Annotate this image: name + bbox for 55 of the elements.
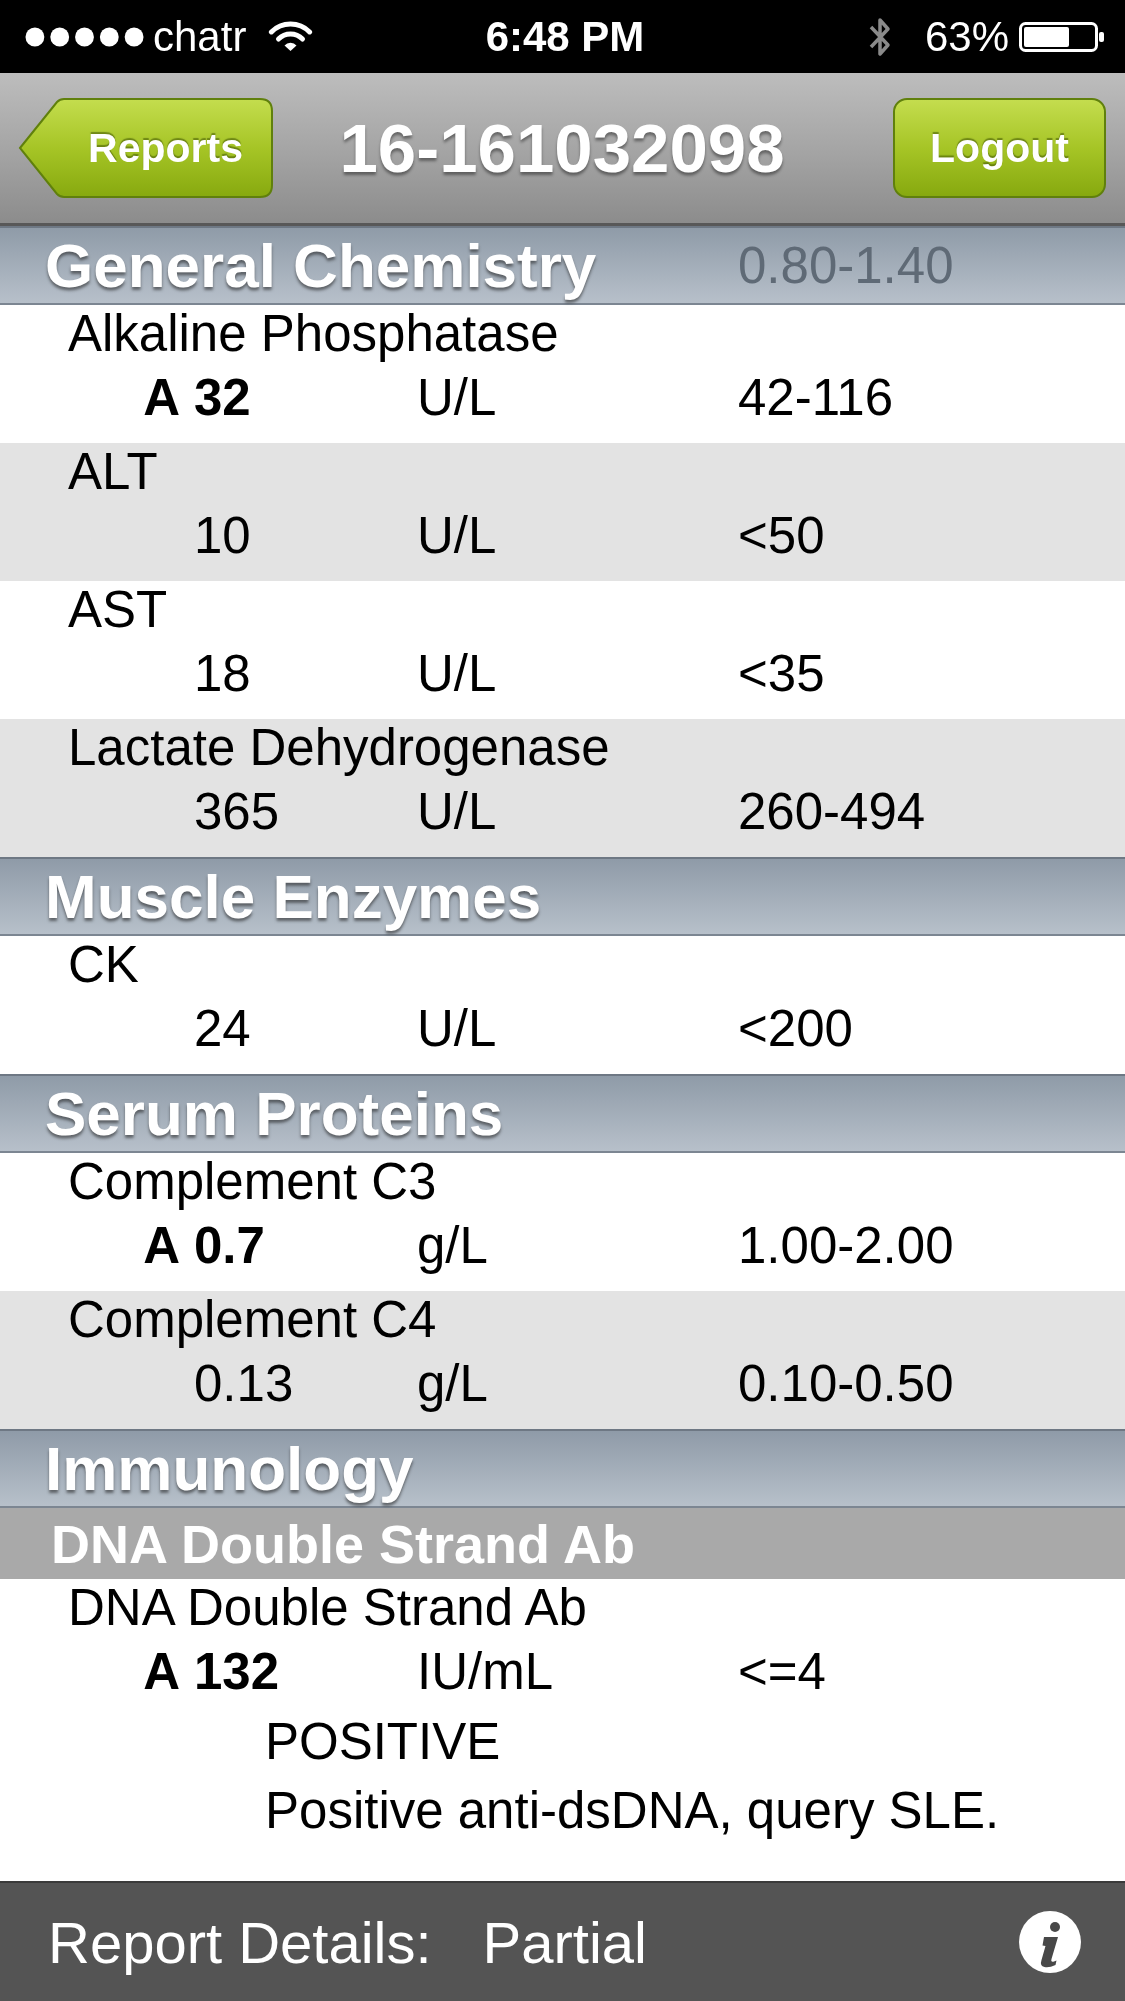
unit-text: g/L — [417, 1355, 488, 1412]
reference-range: <=4 — [738, 1643, 826, 1700]
reference-range: <50 — [738, 507, 825, 564]
reference-range: 260-494 — [738, 783, 926, 840]
subsection-title: DNA Double Strand Ab — [51, 1512, 635, 1575]
test-name: AST — [68, 581, 168, 638]
unit-text: U/L — [417, 1000, 497, 1057]
reference-range: 1.00-2.00 — [738, 1217, 954, 1274]
comment-text: POSITIVE — [265, 1713, 501, 1770]
reference-range: <200 — [738, 1000, 853, 1057]
test-name: CK — [68, 936, 139, 993]
flag-text: A — [143, 369, 180, 426]
section-title: Muscle Enzymes — [45, 861, 543, 932]
details-status: Partial — [482, 1908, 647, 1976]
result-value: 32 — [194, 369, 251, 426]
info-icon[interactable] — [1018, 1910, 1082, 1974]
result-value: 0.13 — [194, 1355, 294, 1412]
test-name: DNA Double Strand Ab — [68, 1579, 587, 1636]
reference-range: 0.80-1.40 — [738, 236, 955, 295]
test-name: Alkaline Phosphatase — [68, 305, 559, 362]
comment-text: Positive anti-dsDNA, query SLE. — [265, 1782, 1000, 1839]
wifi-icon — [268, 20, 314, 53]
unit-text: U/L — [417, 645, 497, 702]
unit-text: U/L — [417, 783, 497, 840]
flag-text: A — [143, 1217, 180, 1274]
result-value: 0.7 — [194, 1217, 265, 1274]
result-value: 365 — [194, 783, 280, 840]
test-name: ALT — [68, 443, 158, 500]
battery-icon — [1019, 21, 1105, 52]
carrier-name: chatr — [153, 12, 247, 61]
signal-icon — [25, 26, 144, 47]
unit-text: U/L — [417, 369, 497, 426]
test-name: Lactate Dehydrogenase — [68, 719, 610, 776]
status-time: 6:48 PM — [485, 12, 645, 61]
nav-title: 16-161032098 — [339, 108, 785, 188]
unit-text: IU/mL — [417, 1643, 554, 1700]
unit-text: g/L — [417, 1217, 488, 1274]
logout-button[interactable]: Logout — [893, 98, 1106, 198]
flag-text: A — [143, 1643, 180, 1700]
test-name: Complement C3 — [68, 1153, 437, 1210]
result-value: 24 — [194, 1000, 251, 1057]
unit-text: U/L — [417, 507, 497, 564]
reference-range: <35 — [738, 645, 825, 702]
reference-range: 0.10-0.50 — [738, 1355, 954, 1412]
result-value: 10 — [194, 507, 251, 564]
section-title: Immunology — [45, 1433, 415, 1504]
back-button[interactable]: Reports — [18, 98, 273, 198]
battery-percent: 63% — [924, 12, 1009, 61]
reference-range: 42-116 — [738, 369, 894, 426]
result-value: 18 — [194, 645, 251, 702]
details-label: Report Details: — [48, 1908, 432, 1976]
section-title: Serum Proteins — [45, 1078, 505, 1149]
result-value: 132 — [194, 1643, 280, 1700]
section-title: General Chemistry — [45, 230, 598, 301]
test-name: Complement C4 — [68, 1291, 437, 1348]
